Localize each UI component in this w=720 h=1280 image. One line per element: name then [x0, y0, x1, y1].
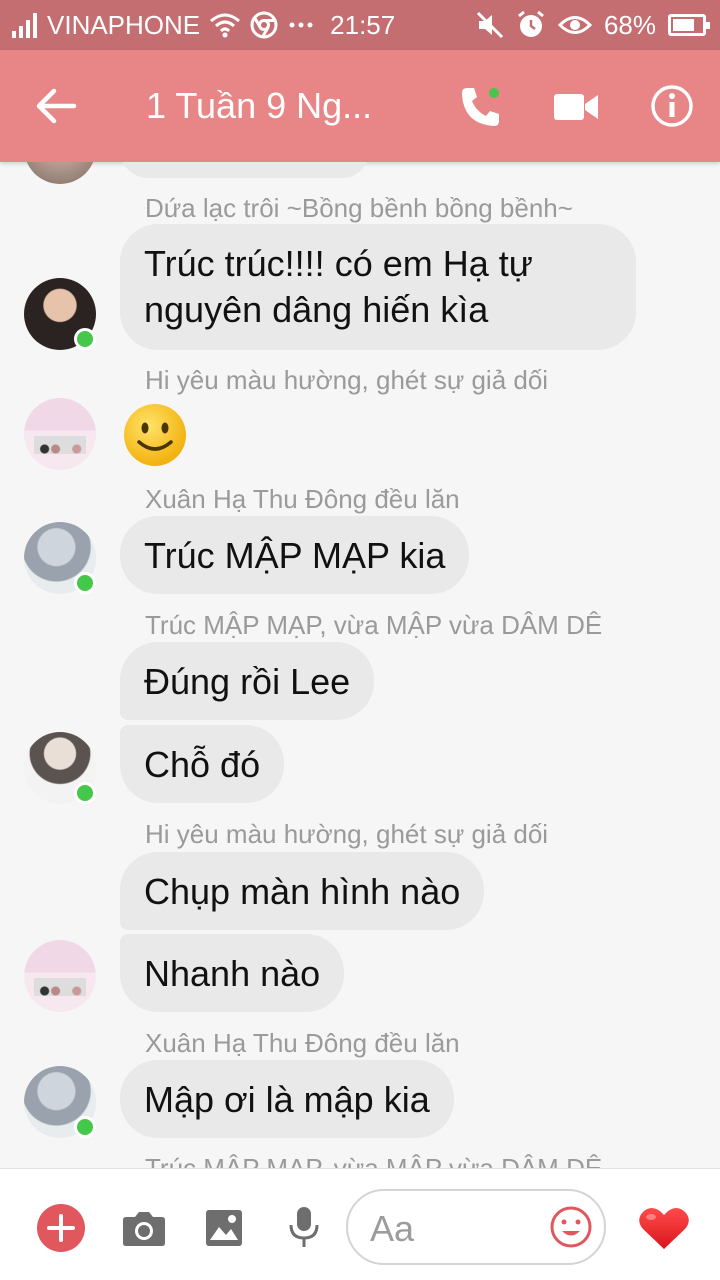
- video-camera-icon[interactable]: [552, 88, 600, 126]
- battery-percent: 68%: [603, 10, 656, 40]
- message-text: Nhanh nào: [144, 953, 321, 994]
- emoji-icon[interactable]: [550, 1206, 592, 1248]
- heart-icon[interactable]: [638, 1205, 690, 1251]
- battery-icon: [668, 14, 710, 36]
- message-text: Mập ơi là mập kia: [144, 1079, 430, 1120]
- message-text: Đúng rồi Lee: [144, 661, 351, 702]
- image-icon[interactable]: [205, 1209, 243, 1247]
- conversation-title[interactable]: 1 Tuần 9 Ng...: [146, 82, 416, 130]
- message-input-placeholder: Aa: [370, 1208, 415, 1249]
- online-status-icon: [74, 1116, 96, 1138]
- avatar[interactable]: [24, 398, 96, 470]
- more-icon: [289, 22, 313, 28]
- message-input[interactable]: Aa: [346, 1189, 606, 1265]
- sender-name: Trúc MẬP MẠP, vừa MẬP vừa DÂM DÊ: [145, 1153, 603, 1168]
- message-bubble-partial[interactable]: [120, 162, 370, 178]
- sender-name: Dứa lạc trôi ~Bồng bềnh bồng bềnh~: [145, 193, 573, 223]
- message-text: Chụp màn hình nào: [144, 871, 461, 912]
- wifi-icon: [210, 13, 241, 38]
- message-text: Chỗ đó: [144, 744, 261, 785]
- message-bubble[interactable]: Chụp màn hình nào: [120, 852, 485, 930]
- online-status-icon: [74, 572, 96, 594]
- message-text-line: Trúc trúc!!!! có em Hạ tự: [144, 243, 533, 284]
- message-text-line: nguyên dâng hiến kìa: [144, 289, 489, 330]
- status-time: 21:57: [330, 10, 396, 40]
- sender-name: Xuân Hạ Thu Đông đều lăn: [145, 484, 460, 514]
- message-composer: Aa: [0, 1168, 720, 1280]
- online-status-icon: [74, 328, 96, 350]
- avatar[interactable]: [24, 940, 96, 1012]
- message-bubble[interactable]: Mập ơi là mập kia: [120, 1060, 454, 1138]
- avatar[interactable]: [24, 162, 96, 184]
- eye-icon: [557, 16, 592, 34]
- message-list[interactable]: Dứa lạc trôi ~Bồng bềnh bồng bềnh~ Trúc …: [0, 162, 720, 1168]
- message-bubble[interactable]: Trúc MẬP MẠP kia: [120, 516, 470, 594]
- microphone-icon[interactable]: [287, 1205, 321, 1249]
- add-icon[interactable]: [36, 1203, 86, 1253]
- info-icon[interactable]: [650, 84, 694, 128]
- message-bubble[interactable]: Nhanh nào: [120, 934, 345, 1012]
- smiley-emoji[interactable]: [122, 402, 188, 468]
- online-status-icon: [74, 782, 96, 804]
- signal-icon: [12, 12, 37, 38]
- sender-name: Hi yêu màu hường, ghét sự giả dối: [145, 819, 549, 849]
- carrier-name: VINAPHONE: [47, 10, 201, 40]
- status-bar: VINAPHONE 21:57 68%: [0, 0, 720, 50]
- sender-name: Xuân Hạ Thu Đông đều lăn: [145, 1028, 460, 1058]
- phone-call-icon[interactable]: [458, 84, 504, 130]
- chat-header: 1 Tuần 9 Ng...: [0, 50, 720, 162]
- chrome-icon: [250, 11, 278, 39]
- message-bubble[interactable]: Trúc trúc!!!! có em Hạ tự nguyên dâng hi…: [120, 224, 636, 350]
- message-bubble[interactable]: Đúng rồi Lee: [120, 642, 375, 720]
- alarm-icon: [518, 10, 544, 37]
- message-bubble[interactable]: Chỗ đó: [120, 725, 285, 803]
- sender-name: Trúc MẬP MẠP, vừa MẬP vừa DÂM DÊ: [145, 610, 603, 640]
- message-text: Trúc MẬP MẠP kia: [144, 535, 446, 576]
- camera-icon[interactable]: [122, 1209, 166, 1247]
- back-arrow-icon[interactable]: [34, 84, 78, 128]
- mute-icon: [476, 11, 504, 39]
- sender-name: Hi yêu màu hường, ghét sự giả dối: [145, 365, 549, 395]
